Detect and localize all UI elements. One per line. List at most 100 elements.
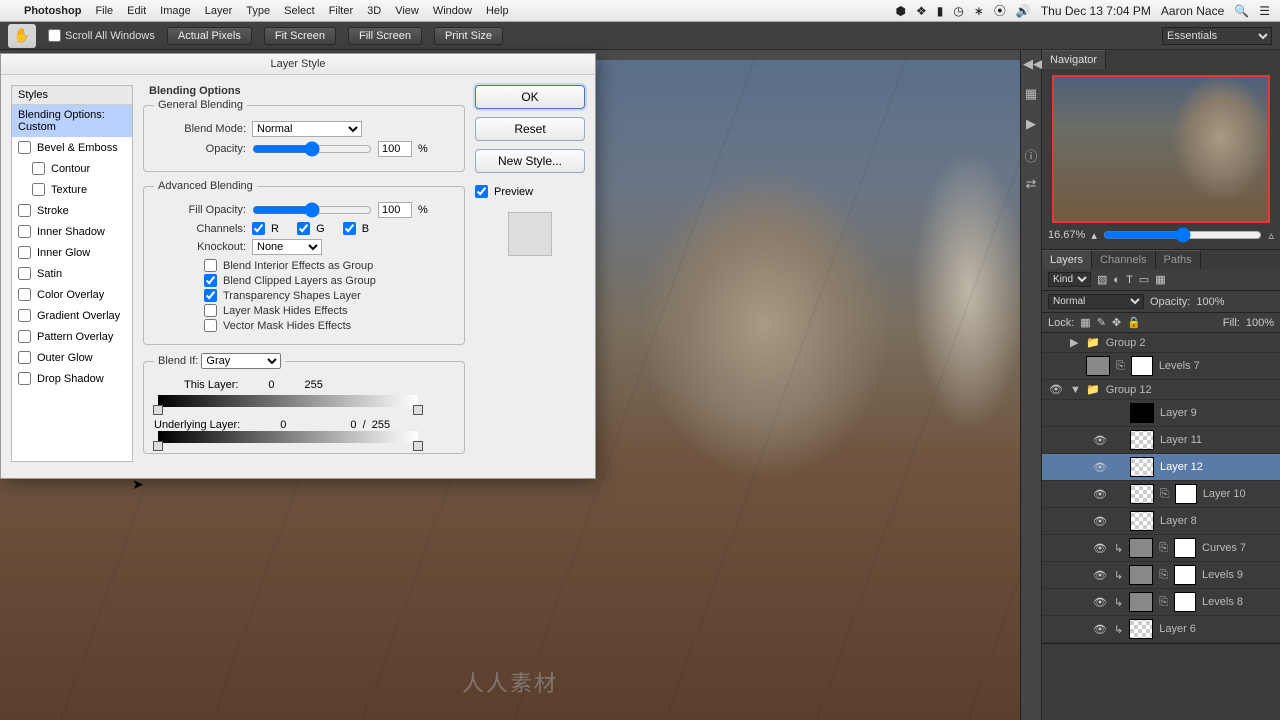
visibility-toggle[interactable]: 👁 [1092,488,1108,501]
zoom-in-icon[interactable]: ▵ [1268,229,1274,242]
visibility-toggle[interactable]: 👁 [1092,569,1108,582]
layer-row[interactable]: 👁Layer 11 [1042,427,1280,454]
opacity-field[interactable] [378,141,412,157]
cb-transparency[interactable] [204,289,217,302]
knockout-select[interactable]: None [252,239,322,255]
layer-row[interactable]: ▶📁Group 2 [1042,333,1280,353]
filter-adjust-icon[interactable]: ◐ [1113,274,1120,286]
navigator-thumbnail[interactable] [1052,75,1270,223]
menu-window[interactable]: Window [433,5,472,17]
menu-edit[interactable]: Edit [127,5,146,17]
layer-name[interactable]: Levels 9 [1202,569,1243,581]
bluetooth-icon[interactable]: ∗ [974,4,984,18]
lock-trans-icon[interactable]: ▦ [1080,316,1090,329]
layer-thumbnail[interactable] [1130,430,1154,450]
style-contour[interactable]: Contour [12,158,132,179]
link-icon[interactable]: ⎘ [1159,569,1168,582]
layer-name[interactable]: Layer 11 [1160,434,1202,446]
layer-thumbnail[interactable] [1130,511,1154,531]
timemachine-icon[interactable]: ◷ [953,4,963,18]
layer-thumbnail[interactable] [1129,565,1153,585]
layer-row[interactable]: 👁↳⎘Levels 8 [1042,589,1280,616]
layer-filter-kind[interactable]: Kind [1048,272,1091,287]
mask-thumbnail[interactable] [1174,538,1196,558]
style-color-overlay[interactable]: Color Overlay [12,284,132,305]
layer-name[interactable]: Layer 6 [1159,623,1196,635]
layer-thumbnail[interactable] [1129,592,1153,612]
menu-type[interactable]: Type [246,5,270,17]
link-icon[interactable]: ⎘ [1116,360,1125,373]
this-layer-gradient[interactable] [158,395,418,407]
ok-button[interactable]: OK [475,85,585,109]
layer-name[interactable]: Layer 12 [1160,461,1203,473]
underlying-gradient[interactable] [158,431,418,443]
print-size-button[interactable]: Print Size [434,27,503,45]
style-gradient-overlay[interactable]: Gradient Overlay [12,305,132,326]
actual-pixels-button[interactable]: Actual Pixels [167,27,252,45]
new-style-button[interactable]: New Style... [475,149,585,173]
style-drop-shadow[interactable]: Drop Shadow [12,368,132,389]
under-lo-handle[interactable] [153,441,163,451]
zoom-out-icon[interactable]: ▴ [1091,229,1097,242]
visibility-toggle[interactable]: 👁 [1092,596,1108,609]
fit-screen-button[interactable]: Fit Screen [264,27,336,45]
lock-pixels-icon[interactable]: ✎ [1097,316,1106,329]
channel-b-checkbox[interactable] [343,222,356,235]
menu-3d[interactable]: 3D [367,5,381,17]
layer-row[interactable]: 👁Layer 12 [1042,454,1280,481]
expand-icon[interactable]: ▼ [1070,384,1080,396]
fill-opacity-field[interactable] [378,202,412,218]
mask-thumbnail[interactable] [1174,565,1196,585]
layer-row[interactable]: 👁Layer 8 [1042,508,1280,535]
dropbox-icon[interactable]: ⬢ [895,4,905,18]
channels-tab[interactable]: Channels [1092,250,1155,269]
styles-head[interactable]: Styles [12,86,132,105]
style-satin[interactable]: Satin [12,263,132,284]
navigator-zoom-slider[interactable] [1103,227,1263,243]
menu-select[interactable]: Select [284,5,315,17]
wifi-icon[interactable]: ⦿ [994,2,1006,19]
spotlight-icon[interactable]: 🔍 [1234,4,1249,18]
style-inner-glow[interactable]: Inner Glow [12,242,132,263]
user-name[interactable]: Aaron Nace [1161,4,1224,18]
layer-thumbnail[interactable] [1130,457,1154,477]
visibility-toggle[interactable]: 👁 [1092,542,1108,555]
layer-name[interactable]: Group 2 [1106,337,1146,349]
filter-shape-icon[interactable]: ▭ [1139,273,1149,286]
layer-name[interactable]: Layer 9 [1160,407,1197,419]
filter-smart-icon[interactable]: ▦ [1155,273,1165,286]
this-lo-handle[interactable] [153,405,163,415]
menu-help[interactable]: Help [486,5,509,17]
layer-name[interactable]: Group 12 [1106,384,1152,396]
cb-clipped[interactable] [204,274,217,287]
mask-thumbnail[interactable] [1175,484,1197,504]
layer-thumbnail[interactable] [1129,619,1153,639]
styles-blending-options[interactable]: Blending Options: Custom [12,105,132,137]
layer-row[interactable]: 👁↳⎘Levels 9 [1042,562,1280,589]
filter-type-icon[interactable]: T [1126,274,1133,286]
history-icon[interactable]: ▦ [1023,86,1039,102]
layer-name[interactable]: Levels 7 [1159,360,1200,372]
style-bevel[interactable]: Bevel & Emboss [12,137,132,158]
link-icon[interactable]: ⎘ [1159,596,1168,609]
volume-icon[interactable]: 🔊 [1016,4,1031,18]
paths-tab[interactable]: Paths [1156,250,1201,269]
actions-icon[interactable]: ▶ [1023,116,1039,132]
clock[interactable]: Thu Dec 13 7:04 PM [1041,4,1151,18]
navigator-tab[interactable]: Navigator [1042,50,1106,69]
menu-filter[interactable]: Filter [329,5,353,17]
layer-name[interactable]: Layer 8 [1160,515,1197,527]
style-inner-shadow[interactable]: Inner Shadow [12,221,132,242]
layer-name[interactable]: Layer 10 [1203,488,1246,500]
channel-g-checkbox[interactable] [297,222,310,235]
cb-layermask[interactable] [204,304,217,317]
link-icon[interactable]: ⎘ [1160,488,1169,501]
fill-value[interactable]: 100% [1246,317,1274,329]
scroll-all-checkbox[interactable]: Scroll All Windows [48,29,155,42]
adjustments-icon[interactable]: ⇄ [1023,176,1039,192]
layer-blend-mode[interactable]: Normal [1048,294,1144,309]
menu-file[interactable]: File [95,5,113,17]
layer-thumbnail[interactable] [1129,538,1153,558]
this-hi-handle[interactable] [413,405,423,415]
style-texture[interactable]: Texture [12,179,132,200]
